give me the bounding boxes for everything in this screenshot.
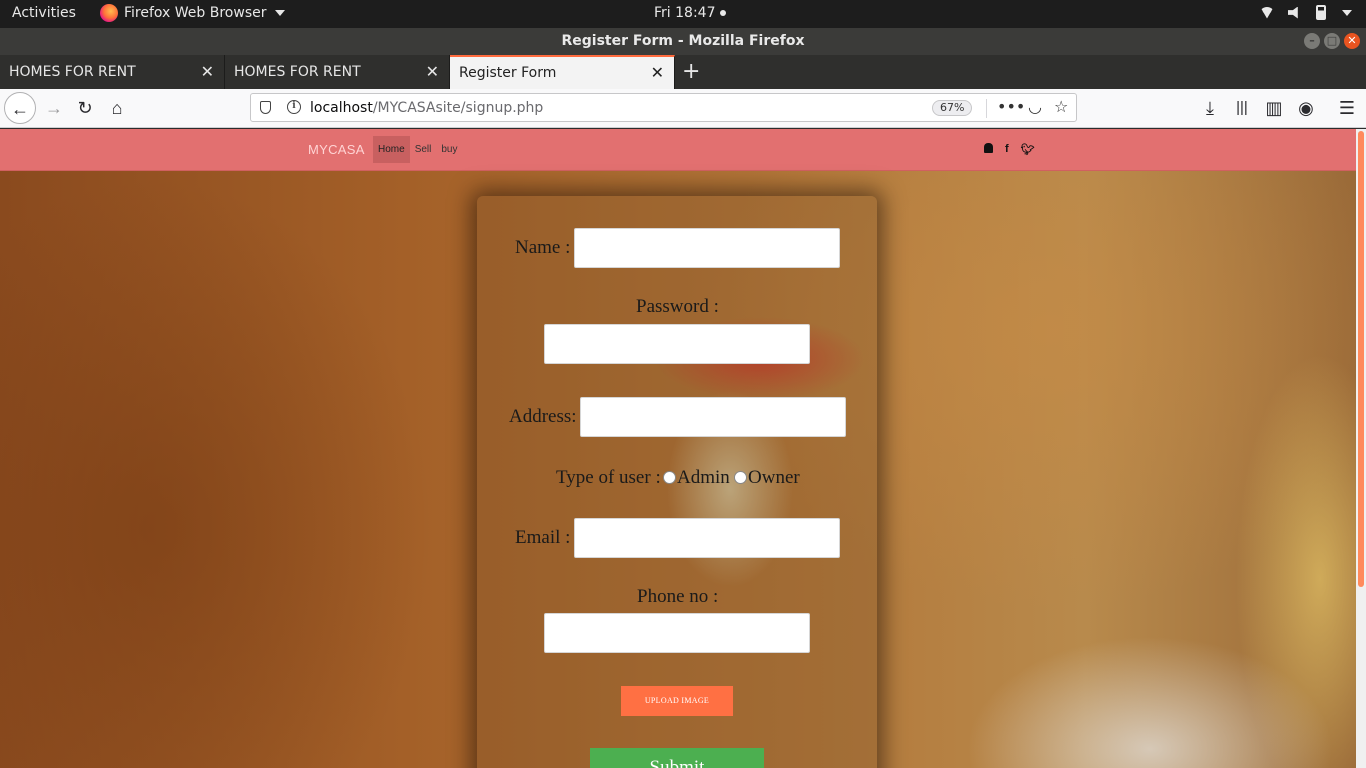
password-input[interactable] (544, 324, 810, 364)
user-type-label: Type of user : (556, 467, 661, 488)
activities-button[interactable]: Activities (12, 5, 76, 21)
firefox-icon (100, 4, 118, 22)
window-title: Register Form - Mozilla Firefox (561, 33, 805, 49)
site-navbar: MYCASA Home Sell buy f 🐦︎ (0, 129, 1356, 171)
email-input[interactable] (574, 518, 840, 558)
tracking-shield-icon[interactable] (260, 101, 271, 114)
wifi-icon (1260, 6, 1274, 19)
system-top-bar: Activities Firefox Web Browser Fri 18:47 (0, 0, 1366, 28)
chevron-down-icon (274, 10, 285, 16)
url-host: localhost (310, 100, 373, 116)
back-button[interactable]: ← (4, 92, 36, 124)
navigation-toolbar: ← → ↻ ⌂ i localhost/MYCASAsite/signup.ph… (0, 89, 1366, 128)
app-menu[interactable]: Firefox Web Browser (100, 4, 285, 22)
chevron-down-icon (1342, 9, 1352, 16)
forward-button[interactable]: → (38, 92, 70, 124)
tab-label: Register Form (459, 65, 557, 81)
close-icon[interactable]: ✕ (201, 55, 214, 89)
menu-item-sell[interactable]: Sell (410, 136, 437, 163)
close-window-button[interactable]: ✕ (1344, 33, 1360, 49)
twitter-icon[interactable]: 🐦︎ (1021, 143, 1035, 156)
new-tab-button[interactable]: + (682, 59, 700, 84)
page-viewport: MYCASA Home Sell buy f 🐦︎ Name : Passwor… (0, 129, 1356, 768)
tab-strip: HOMES FOR RENT ✕ HOMES FOR RENT ✕ Regist… (0, 55, 1366, 89)
scrollbar-thumb[interactable] (1358, 131, 1364, 587)
address-input[interactable] (580, 397, 846, 437)
site-info-icon[interactable]: i (287, 100, 301, 114)
email-label: Email : (515, 527, 571, 548)
sidebar-icon[interactable]: ▥ (1258, 92, 1290, 124)
url-bar[interactable]: i localhost/MYCASAsite/signup.php 67% ••… (250, 93, 1077, 122)
page-actions-icon[interactable]: ••• (997, 97, 1025, 116)
system-tray[interactable] (1260, 5, 1352, 20)
home-button[interactable]: ⌂ (101, 92, 133, 124)
maximize-button[interactable]: □ (1324, 33, 1340, 49)
url-text[interactable]: localhost/MYCASAsite/signup.php (310, 100, 543, 116)
library-icon[interactable]: ||| (1226, 92, 1258, 124)
password-label: Password : (636, 296, 719, 317)
close-icon[interactable]: ✕ (426, 55, 439, 89)
reload-button[interactable]: ↻ (69, 92, 101, 124)
url-separator (986, 99, 987, 118)
radio-admin-label: Admin (677, 467, 730, 488)
account-icon[interactable]: ◉ (1290, 92, 1322, 124)
name-label: Name : (515, 237, 571, 258)
social-links: f 🐦︎ (984, 143, 1035, 156)
submit-button[interactable]: Submit (590, 748, 764, 768)
window-title-bar: Register Form - Mozilla Firefox – □ ✕ (0, 28, 1366, 55)
radio-owner-label: Owner (748, 467, 800, 488)
radio-owner[interactable] (734, 471, 747, 484)
menu-item-home[interactable]: Home (373, 136, 410, 163)
app-menu-label: Firefox Web Browser (124, 5, 267, 21)
pocket-icon[interactable]: ◡ (1028, 97, 1042, 116)
name-input[interactable] (574, 228, 840, 268)
facebook-icon[interactable]: f (1005, 143, 1009, 156)
downloads-icon[interactable]: ⤓ (1194, 92, 1226, 124)
close-icon[interactable]: ✕ (651, 57, 664, 89)
zoom-level-badge[interactable]: 67% (932, 100, 973, 116)
site-menu: Home Sell buy (373, 136, 463, 163)
menu-item-buy[interactable]: buy (436, 136, 462, 163)
tab-homes-for-rent-1[interactable]: HOMES FOR RENT ✕ (0, 55, 225, 89)
bookmark-star-icon[interactable]: ☆ (1054, 97, 1068, 116)
bell-icon[interactable] (984, 143, 993, 153)
tab-register-form[interactable]: Register Form ✕ (450, 55, 675, 89)
tab-homes-for-rent-2[interactable]: HOMES FOR RENT ✕ (225, 55, 450, 89)
tab-label: HOMES FOR RENT (9, 64, 136, 80)
clock[interactable]: Fri 18:47 (654, 5, 727, 21)
minimize-button[interactable]: – (1304, 33, 1320, 49)
tab-label: HOMES FOR RENT (234, 64, 361, 80)
notification-dot-icon (720, 10, 727, 16)
battery-icon (1316, 5, 1326, 20)
clock-label: Fri 18:47 (654, 5, 716, 21)
hamburger-menu-icon[interactable]: ☰ (1331, 92, 1363, 124)
register-form: Name : Password : Address: Type of user … (477, 196, 877, 768)
site-brand[interactable]: MYCASA (308, 142, 365, 157)
phone-label: Phone no : (637, 586, 719, 607)
phone-input[interactable] (544, 613, 810, 653)
upload-image-button[interactable]: UPLOAD IMAGE (621, 686, 733, 716)
window-controls: – □ ✕ (1304, 33, 1360, 49)
url-path: /MYCASAsite/signup.php (372, 100, 544, 116)
volume-icon (1288, 6, 1298, 19)
radio-admin[interactable] (663, 471, 676, 484)
page-scrollbar[interactable] (1356, 129, 1366, 768)
address-label: Address: (509, 406, 577, 427)
